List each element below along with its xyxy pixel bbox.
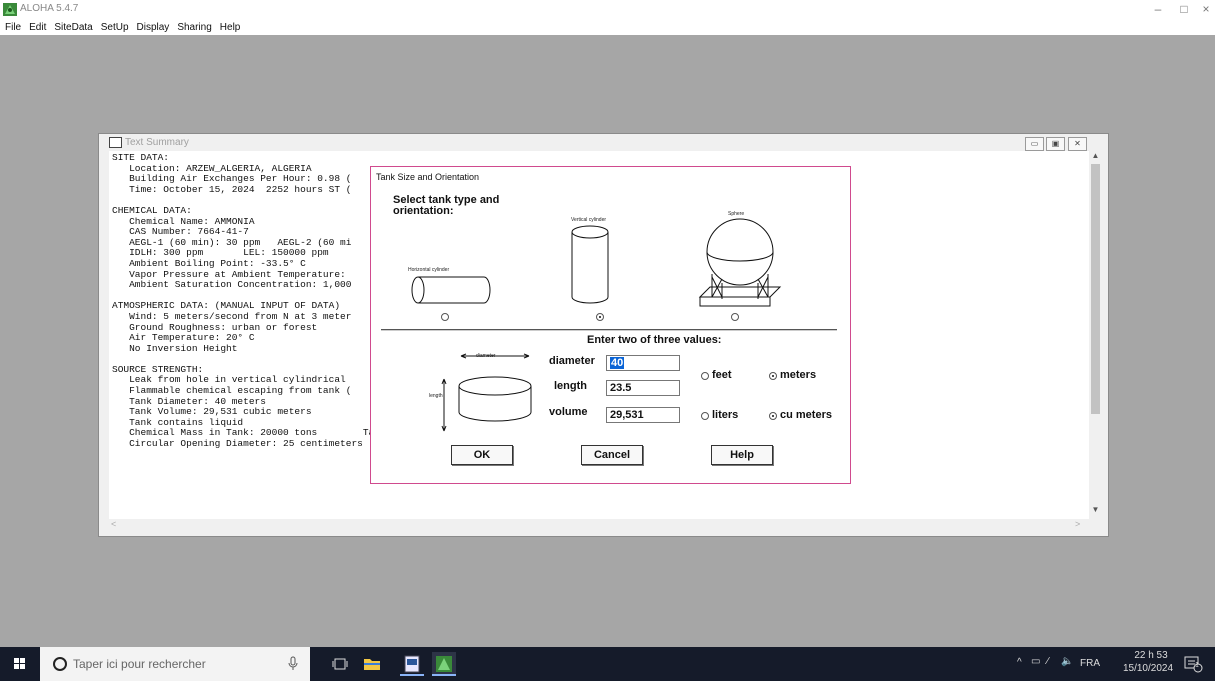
feet-radio[interactable]	[701, 372, 709, 380]
meters-radio[interactable]	[769, 372, 777, 380]
diameter-value: 40	[610, 357, 625, 369]
cortana-circle-icon	[53, 657, 67, 671]
aloha-taskbar-button[interactable]	[432, 652, 456, 676]
diameter-label: diameter	[549, 355, 595, 367]
dialog-title: Tank Size and Orientation	[376, 172, 480, 182]
search-placeholder: Taper ici pour rechercher	[73, 657, 206, 671]
diagram-length-label: length	[429, 393, 443, 399]
tank-dimension-diagram	[441, 353, 532, 432]
maximize-button[interactable]: □	[1174, 2, 1194, 16]
vertical-scroll-thumb[interactable]	[1091, 164, 1100, 414]
folder-icon	[364, 659, 380, 670]
volume-icon[interactable]: 🔈	[1061, 656, 1073, 667]
dialog-divider	[381, 329, 837, 331]
scroll-right-arrow-icon[interactable]: >	[1075, 519, 1080, 529]
file-explorer-button[interactable]	[360, 652, 384, 676]
menu-bar: File Edit SiteData SetUp Display Sharing Help	[0, 20, 1215, 35]
diagram-diameter-label: diameter	[476, 353, 496, 359]
meters-label: meters	[780, 369, 817, 381]
volume-label: volume	[549, 406, 588, 418]
select-tank-heading: Select tank type and orientation:	[393, 194, 500, 217]
volume-value: 29,531	[610, 409, 644, 421]
text-summary-minimize-button[interactable]: ▭	[1025, 137, 1044, 151]
menu-display[interactable]: Display	[134, 20, 173, 35]
liters-label: liters	[712, 409, 739, 421]
taskbar: Taper ici pour rechercher ^ ▭ ∕ 🔈 FRA 22…	[0, 647, 1215, 681]
document-app-icon	[404, 655, 420, 673]
app-title: ALOHA 5.4.7	[20, 3, 79, 14]
task-view-icon	[332, 658, 348, 670]
ok-button[interactable]: OK	[451, 445, 513, 465]
enter-values-heading: Enter two of three values:	[587, 334, 722, 346]
text-summary-maximize-button[interactable]: ▣	[1046, 137, 1065, 151]
menu-edit[interactable]: Edit	[26, 20, 49, 35]
minimize-button[interactable]: –	[1148, 2, 1168, 16]
sphere-radio[interactable]	[731, 313, 739, 321]
scroll-down-arrow-icon[interactable]: ▼	[1089, 505, 1102, 514]
input-language[interactable]: FRA	[1080, 658, 1100, 669]
menu-setup[interactable]: SetUp	[98, 20, 132, 35]
aloha-app-icon	[3, 3, 17, 16]
notification-count: 1	[1195, 662, 1199, 669]
close-button[interactable]: ×	[1196, 2, 1215, 16]
vertical-cylinder-icon[interactable]	[569, 223, 611, 307]
word-app-button[interactable]	[400, 652, 424, 676]
menu-file[interactable]: File	[2, 20, 24, 35]
text-summary-window-icon	[109, 137, 122, 148]
liters-radio[interactable]	[701, 412, 709, 420]
length-label: length	[554, 380, 587, 392]
task-view-button[interactable]	[328, 652, 352, 676]
text-summary-titlebar: Text Summary ▭ ▣ ✕	[99, 134, 1108, 151]
cu-meters-label: cu meters	[780, 409, 832, 421]
vertical-cylinder-radio[interactable]	[596, 313, 604, 321]
volume-input[interactable]: 29,531	[606, 407, 680, 423]
diameter-input[interactable]: 40	[606, 355, 680, 371]
notification-center-icon[interactable]	[1183, 655, 1203, 673]
cu-meters-radio[interactable]	[769, 412, 777, 420]
length-input[interactable]: 23.5	[606, 380, 680, 396]
vertical-scrollbar[interactable]: ▲ ▼	[1089, 151, 1102, 519]
start-button[interactable]	[8, 652, 32, 676]
feet-label: feet	[712, 369, 732, 381]
length-value: 23.5	[610, 382, 632, 394]
menu-sitedata[interactable]: SiteData	[51, 20, 95, 35]
horizontal-scrollbar[interactable]: < >	[109, 519, 1089, 530]
aloha-taskbar-icon	[436, 656, 452, 672]
dialog-body: Select tank type and orientation: Horizo…	[377, 185, 844, 479]
microphone-icon[interactable]	[287, 656, 299, 672]
scroll-up-arrow-icon[interactable]: ▲	[1089, 151, 1102, 160]
horizontal-cylinder-icon[interactable]	[410, 275, 492, 305]
tank-size-dialog: Tank Size and Orientation Select tank ty…	[370, 166, 851, 484]
menu-sharing[interactable]: Sharing	[174, 20, 214, 35]
network-icon[interactable]: ∕	[1047, 656, 1049, 667]
horizontal-cylinder-caption: Horizontal cylinder	[408, 267, 450, 273]
horizontal-cylinder-radio[interactable]	[441, 313, 449, 321]
help-button[interactable]: Help	[711, 445, 773, 465]
taskbar-search-box[interactable]: Taper ici pour rechercher	[40, 647, 310, 681]
clock-time[interactable]: 22 h 53	[1126, 650, 1176, 661]
text-summary-title: Text Summary	[125, 137, 189, 148]
scroll-left-arrow-icon[interactable]: <	[111, 519, 116, 529]
text-summary-close-button[interactable]: ✕	[1068, 137, 1087, 151]
app-titlebar: ALOHA 5.4.7 – □ ×	[0, 0, 1215, 20]
sphere-tank-icon[interactable]	[698, 217, 782, 311]
cancel-button[interactable]: Cancel	[581, 445, 643, 465]
show-hidden-icons-icon[interactable]: ^	[1017, 657, 1022, 668]
clock-date[interactable]: 15/10/2024	[1120, 663, 1176, 674]
menu-help[interactable]: Help	[217, 20, 244, 35]
windows-logo-icon	[14, 658, 25, 669]
battery-icon[interactable]: ▭	[1031, 656, 1040, 667]
